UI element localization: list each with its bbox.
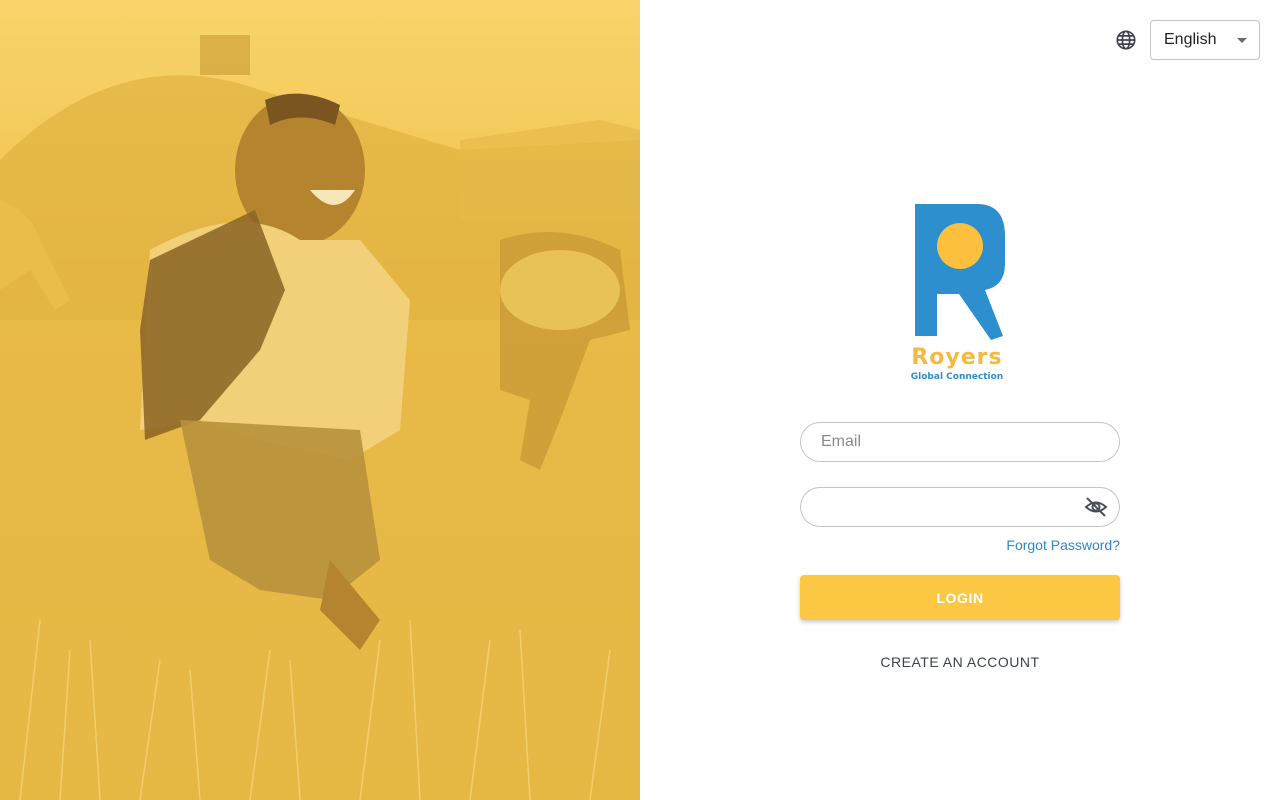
- logo-r-icon: [915, 204, 1005, 340]
- email-field[interactable]: [800, 422, 1120, 462]
- caret-down-icon: [1237, 37, 1247, 43]
- visibility-off-icon[interactable]: [1083, 494, 1109, 520]
- globe-icon[interactable]: [1114, 28, 1138, 52]
- password-input[interactable]: [821, 498, 1083, 516]
- login-button[interactable]: LOGIN: [800, 575, 1120, 620]
- password-field[interactable]: [800, 487, 1120, 527]
- forgot-password-link[interactable]: Forgot Password?: [1006, 537, 1120, 553]
- language-select[interactable]: English: [1150, 20, 1260, 60]
- language-select-value: English: [1164, 31, 1217, 48]
- logo-name: Royers: [911, 345, 1003, 370]
- language-bar: English: [1114, 20, 1260, 60]
- email-input[interactable]: [821, 433, 1109, 451]
- royers-logo: Royers Global Connection: [905, 200, 1015, 390]
- hero-photo: [0, 0, 640, 800]
- logo-tagline: Global Connection: [910, 372, 1004, 382]
- create-account-link[interactable]: CREATE AN ACCOUNT: [800, 654, 1120, 670]
- hero-illustration: [0, 0, 640, 800]
